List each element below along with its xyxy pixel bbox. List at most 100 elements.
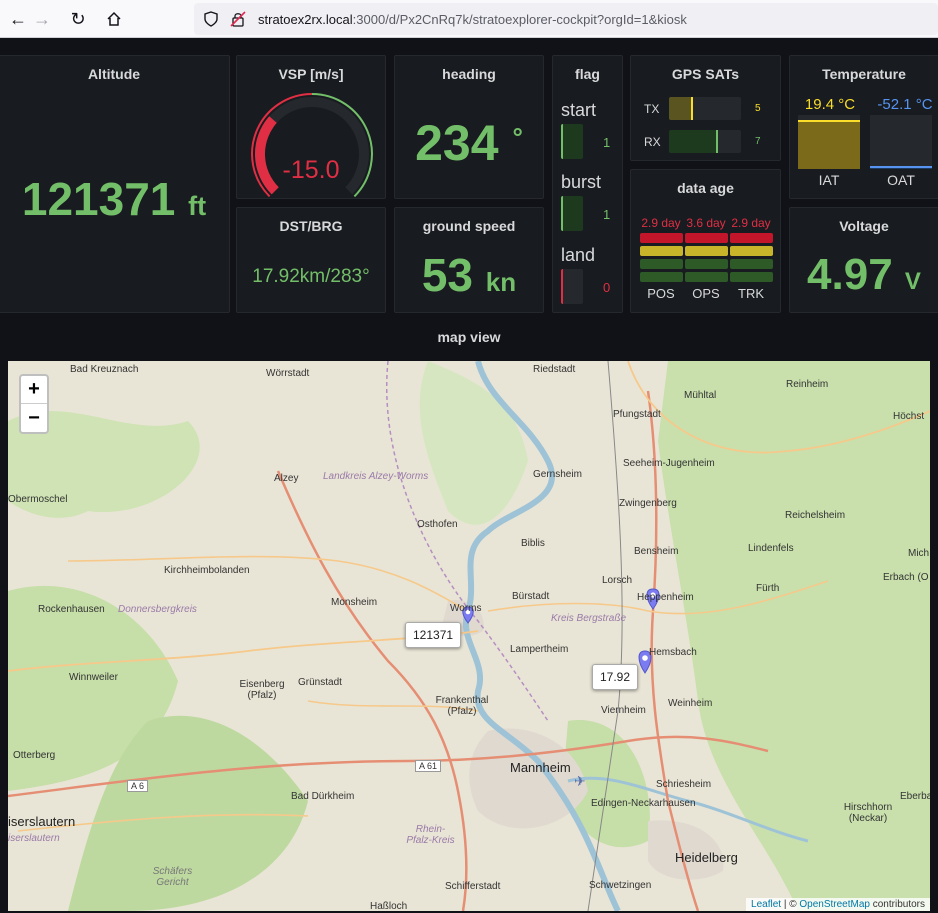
zoom-out-button[interactable]: − — [21, 404, 47, 432]
address-bar[interactable]: stratoex2rx.local:3000/d/Px2CnRq7k/strat… — [194, 3, 938, 35]
place-label: Pfungstadt — [613, 409, 661, 420]
place-label: Schwetzingen — [589, 880, 652, 891]
heading-unit: ° — [512, 122, 523, 152]
attribution-separator: | © — [781, 899, 800, 910]
flag-bar — [561, 269, 583, 304]
region-label: Rhein-Pfalz-Kreis — [406, 824, 455, 846]
gps-tx-label: TX — [644, 102, 660, 116]
motorway-shield: A 6 — [127, 780, 149, 792]
data-age-ops-value: 3.6 day — [686, 216, 726, 230]
temperature-panel[interactable]: Temperature 19.4 °C -52.1 °C IAT OAT — [789, 55, 938, 199]
insecure-lock-icon[interactable] — [230, 11, 246, 32]
place-label: Wörrstadt — [266, 368, 310, 379]
voltage-panel[interactable]: Voltage 4.97 V — [789, 207, 938, 313]
vsp-title: VSP [m/s] — [278, 66, 344, 82]
age-segment-green — [685, 259, 728, 269]
temperature-title: Temperature — [822, 66, 906, 82]
region-label: Donnersbergkreis — [118, 604, 197, 615]
place-label: Bensheim — [634, 546, 679, 557]
gps-tx-value: 5 — [755, 103, 761, 114]
flag-panel[interactable]: flag start 1 burst 1 land 0 — [552, 55, 623, 313]
leaflet-link[interactable]: Leaflet — [751, 899, 781, 910]
place-label: Worms — [450, 603, 482, 614]
osm-link[interactable]: OpenStreetMap — [799, 899, 870, 910]
flag-title: flag — [575, 66, 600, 82]
heading-title: heading — [442, 66, 496, 82]
url-text[interactable]: stratoex2rx.local:3000/d/Px2CnRq7k/strat… — [258, 12, 687, 27]
gps-title: GPS SATs — [671, 66, 740, 82]
data-age-trk-value: 2.9 day — [731, 216, 771, 230]
altitude-panel[interactable]: Altitude 121371 ft — [0, 55, 230, 313]
ground-speed-panel[interactable]: ground speed 53 kn — [394, 207, 544, 313]
age-segment-yellow — [640, 246, 683, 256]
flag-item-land: land 0 — [561, 245, 610, 304]
gps-sats-panel[interactable]: GPS SATs TX 5 RX 7 — [630, 55, 781, 161]
heading-panel[interactable]: heading 234 ° — [394, 55, 544, 199]
gps-tx-bar — [669, 97, 741, 120]
iat-value: 19.4 °C — [804, 96, 856, 113]
place-label: Fürth — [756, 583, 780, 594]
data-age-trk-label: TRK — [738, 286, 764, 301]
place-label: Edingen-Neckarhausen — [591, 798, 696, 809]
place-label: Bürstadt — [512, 591, 550, 602]
forest-area — [419, 361, 528, 525]
place-label: Mühltal — [684, 390, 717, 401]
url-path: :3000/d/Px2CnRq7k/stratoexplorer-cockpit… — [352, 12, 687, 27]
gps-rx-label: RX — [644, 135, 661, 149]
place-label: Reichelsheim — [785, 510, 846, 521]
data-age-ops-label: OPS — [692, 286, 720, 301]
iat-fill — [798, 120, 860, 169]
ground-speed-unit: kn — [485, 267, 517, 297]
ground-speed-value: 53 kn — [395, 248, 543, 302]
zoom-in-button[interactable]: + — [21, 376, 47, 404]
age-segment-green — [640, 259, 683, 269]
forward-arrow-icon[interactable]: → — [29, 6, 55, 32]
dst-brg-panel[interactable]: DST/BRG 17.92km/283° — [236, 207, 386, 313]
back-arrow-icon[interactable]: ← — [5, 6, 31, 32]
city-label: Heidelberg — [675, 850, 738, 865]
flag-value: 0 — [603, 280, 611, 295]
airport-icon: ✈ — [574, 773, 586, 789]
city-label: Mannheim — [510, 760, 571, 775]
reload-icon[interactable]: ↻ — [65, 6, 91, 32]
map-tiles[interactable]: ✈ — [8, 361, 930, 911]
place-label: Haßloch — [370, 901, 408, 911]
voltage-unit: V — [904, 268, 921, 295]
place-label: Höchst — [893, 411, 925, 422]
iat-bar — [798, 115, 860, 169]
oat-bar — [870, 115, 932, 169]
data-age-pos-label: POS — [647, 286, 675, 301]
place-label: Obermoschel — [8, 494, 68, 505]
gps-tx-fill — [669, 97, 693, 120]
distance-marker-tooltip: 17.92 — [592, 664, 639, 690]
data-age-panel[interactable]: data age 2.9 day 3.6 day 2.9 day POS OPS… — [630, 169, 781, 313]
motorway-shield: A 61 — [415, 760, 442, 772]
age-segment-red — [730, 233, 773, 243]
place-label: Hirschhorn (Neckar) — [843, 802, 893, 824]
place-label: Osthofen — [417, 519, 458, 530]
altitude-unit: ft — [188, 191, 207, 221]
age-segment-green — [730, 272, 773, 282]
place-label: Seeheim-Jugenheim — [623, 458, 715, 469]
map-view-title: map view — [437, 329, 501, 345]
place-label: Eberba — [900, 791, 930, 802]
age-segment-green — [640, 272, 683, 282]
place-label: Hemsbach — [649, 647, 697, 658]
shield-icon[interactable] — [204, 11, 218, 32]
flag-value: 1 — [603, 207, 611, 222]
place-label: Lorsch — [602, 575, 633, 586]
ground-speed-number: 53 — [421, 249, 474, 301]
map-view[interactable]: ✈ Bad Kreuznach Wörrstadt Riedstadt Mühl… — [8, 361, 930, 911]
browser-toolbar: ← → ↻ stratoex2rx.local:3000/d/Px2CnRq7k… — [0, 0, 938, 38]
place-label: Kirchheimbolanden — [164, 565, 250, 576]
age-segment-yellow — [685, 246, 728, 256]
flag-value: 1 — [603, 135, 611, 150]
home-icon[interactable] — [101, 6, 127, 32]
place-label: Monsheim — [331, 597, 378, 608]
voltage-number: 4.97 — [807, 250, 893, 299]
voltage-value: 4.97 V — [790, 250, 938, 300]
flag-bar — [561, 196, 583, 231]
place-label: Lampertheim — [510, 644, 569, 655]
place-label: Schifferstadt — [445, 881, 501, 892]
vsp-panel[interactable]: VSP [m/s] -15.0 — [236, 55, 386, 199]
